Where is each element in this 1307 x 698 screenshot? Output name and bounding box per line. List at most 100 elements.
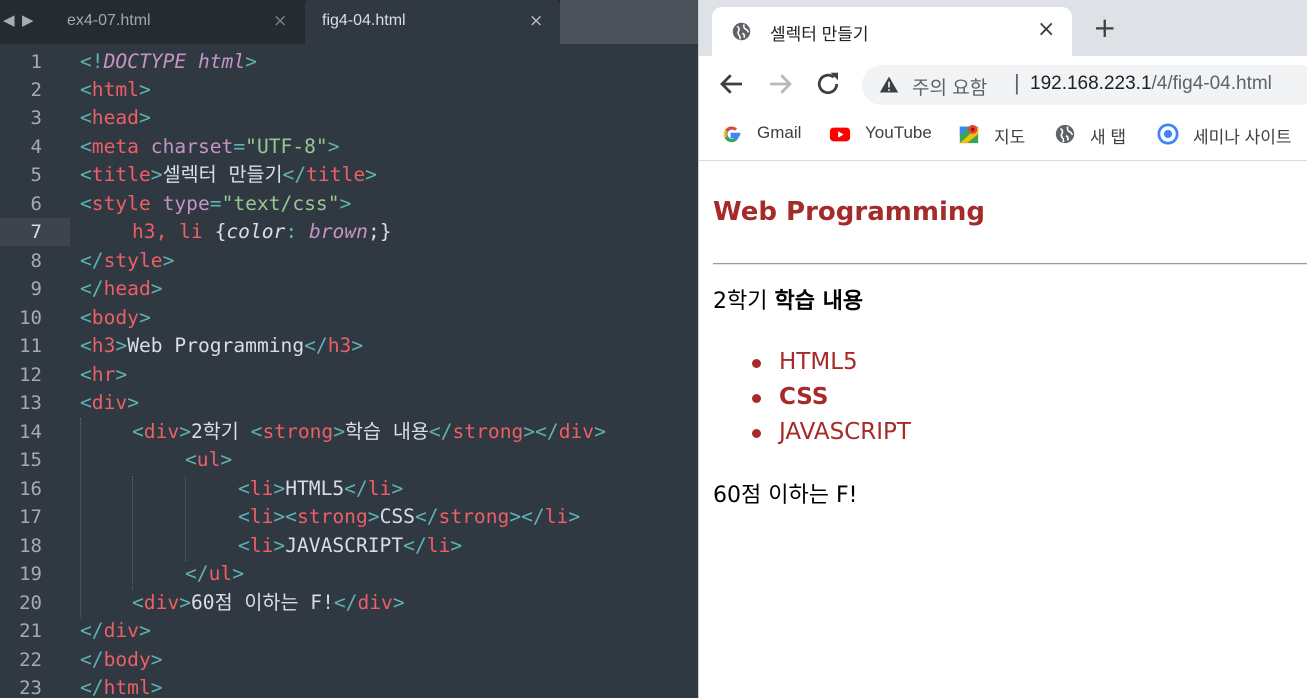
line-number: 1 xyxy=(30,51,42,73)
globe-icon xyxy=(732,22,751,41)
code-token: </ xyxy=(185,562,209,585)
code-token: style xyxy=(103,249,163,272)
code-line: <div>2학기 <strong>학습 내용</strong></div> xyxy=(132,418,606,446)
maps-icon xyxy=(959,124,979,144)
code-token: > xyxy=(367,505,380,528)
code-token: div xyxy=(558,420,595,443)
code-token: > xyxy=(162,249,175,272)
code-token: < xyxy=(238,505,250,528)
code-token: : xyxy=(285,220,309,243)
code-token: div xyxy=(103,619,139,642)
code-line: <!DOCTYPE html> xyxy=(80,48,257,76)
code-token: strong xyxy=(438,505,510,528)
back-arrow-icon[interactable] xyxy=(717,69,747,99)
code-token: > xyxy=(232,562,244,585)
code-token: ul xyxy=(196,448,221,471)
line-number: 22 xyxy=(19,649,42,671)
browser-window: 셀렉터 만들기 × + 주의 요함 | 192.168.223.1/4/fig4… xyxy=(698,0,1307,698)
code-token: > xyxy=(138,78,151,101)
code-token: li xyxy=(249,505,274,528)
line-number: 9 xyxy=(30,278,42,300)
browser-toolbar: 주의 요함 | 192.168.223.1/4/fig4-04.html xyxy=(699,56,1307,112)
code-token: > xyxy=(220,448,233,471)
code-token: "text/css" xyxy=(221,192,340,215)
code-line: <html> xyxy=(80,76,151,104)
list-item: CSS xyxy=(713,380,911,415)
url-host: 192.168.223.1 xyxy=(1030,73,1152,94)
code-token: > xyxy=(245,50,257,73)
code-token: meta xyxy=(91,135,139,158)
reload-icon[interactable] xyxy=(813,69,843,99)
code-token: < xyxy=(185,448,197,471)
line-number: 2 xyxy=(30,79,42,101)
code-token: ;} xyxy=(367,220,392,243)
code-token: h3 xyxy=(327,334,352,357)
editor-tab-fig4-04[interactable]: fig4-04.html × xyxy=(305,0,560,44)
code-token: > xyxy=(333,420,346,443)
tab-left-icon[interactable]: ◀ xyxy=(3,11,15,29)
line-number: 6 xyxy=(30,193,42,215)
code-token: div xyxy=(357,591,393,614)
code-token: </ xyxy=(80,619,104,642)
close-icon[interactable]: × xyxy=(529,11,543,31)
code-line: </ul> xyxy=(185,560,244,588)
code-line: <style type="text/css"> xyxy=(80,190,351,218)
code-token: style xyxy=(91,192,151,215)
code-line: <head> xyxy=(80,104,151,132)
google-icon xyxy=(723,126,741,143)
close-icon[interactable]: × xyxy=(273,11,287,31)
code-token: </ xyxy=(344,477,368,500)
code-token: > xyxy=(327,135,340,158)
line-number: 13 xyxy=(19,392,42,414)
code-token: li xyxy=(249,534,274,557)
list-item-text: CSS xyxy=(779,384,829,410)
code-token: = xyxy=(209,192,222,215)
line-number: 11 xyxy=(19,335,42,357)
bookmarks-bar: Gmail YouTube 지도 새 탭 세미나 사이트 xyxy=(699,112,1307,161)
browser-tab-strip: 셀렉터 만들기 × + xyxy=(699,0,1307,56)
page-footer-text: 60점 이하는 F! xyxy=(713,483,858,508)
code-token: strong xyxy=(296,505,368,528)
url-text: 192.168.223.1/4/fig4-04.html xyxy=(1030,73,1272,95)
bookmark-label: 지도 xyxy=(994,128,1026,147)
code-token: h3, li xyxy=(132,220,203,243)
list-item: JAVASCRIPT xyxy=(713,415,911,450)
address-bar[interactable]: 주의 요함 | 192.168.223.1/4/fig4-04.html xyxy=(862,65,1307,105)
code-line: </div> xyxy=(80,617,151,645)
code-token: head xyxy=(103,277,151,300)
browser-tab-active[interactable]: 셀렉터 만들기 × xyxy=(712,7,1072,56)
code-line: <h3>Web Programming</h3> xyxy=(80,332,363,360)
tab-close-icon[interactable]: × xyxy=(1037,18,1055,42)
code-token: </ xyxy=(428,420,453,443)
line-number-current: 7 xyxy=(30,221,42,243)
code-token: > xyxy=(450,534,463,557)
code-line: </style> xyxy=(80,247,174,275)
line-number: 14 xyxy=(19,421,42,443)
code-token: < xyxy=(80,163,92,186)
page-intro: 2학기 학습 내용 xyxy=(713,283,863,315)
code-token: > xyxy=(127,391,139,414)
code-token: > xyxy=(150,277,163,300)
indent-guide xyxy=(132,476,133,590)
code-token: > xyxy=(138,306,151,329)
code-token: </ xyxy=(403,534,427,557)
code-token: ul xyxy=(208,562,233,585)
code-token: "UTF-8" xyxy=(245,135,328,158)
code-token: head xyxy=(91,106,139,129)
code-token: li xyxy=(544,505,569,528)
forward-arrow-icon[interactable] xyxy=(765,69,795,99)
tab-nav-arrows[interactable]: ◀ ▶ xyxy=(0,0,48,44)
code-editor[interactable]: ◀ ▶ ex4-07.html × fig4-04.html × 1 2 3 4… xyxy=(0,0,698,698)
intro-strong: 학습 내용 xyxy=(774,289,864,314)
editor-tab-ex4-07[interactable]: ex4-07.html × xyxy=(48,0,304,44)
code-token: > xyxy=(594,420,606,443)
code-token: </ xyxy=(304,334,328,357)
indent-guide xyxy=(185,476,186,561)
warning-icon[interactable] xyxy=(879,75,899,95)
tab-right-icon[interactable]: ▶ xyxy=(22,11,34,29)
line-number: 21 xyxy=(19,620,42,642)
line-number: 23 xyxy=(19,677,42,698)
code-token: li xyxy=(367,477,392,500)
url-path: /4/fig4-04.html xyxy=(1151,73,1272,94)
new-tab-button[interactable]: + xyxy=(1093,14,1116,42)
